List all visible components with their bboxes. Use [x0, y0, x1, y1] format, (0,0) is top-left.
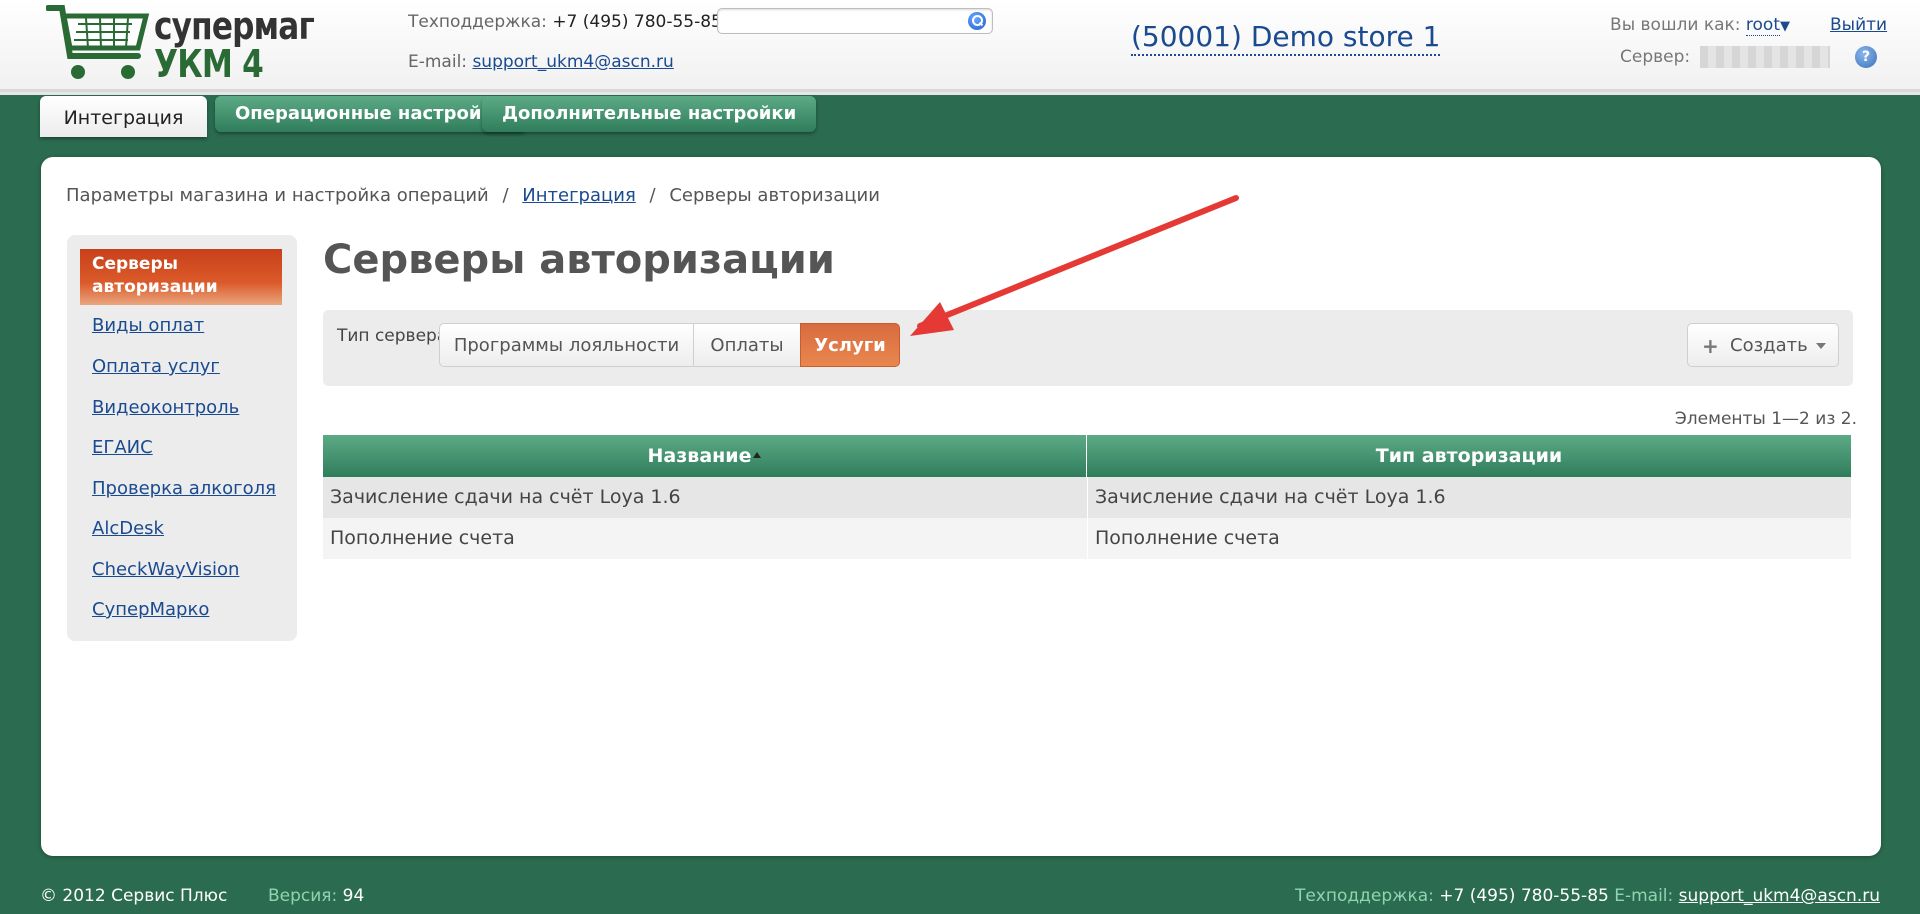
column-header-name-label: Название	[647, 445, 752, 467]
logout-link[interactable]: Выйти	[1830, 15, 1887, 35]
user-menu[interactable]: root	[1745, 15, 1780, 36]
breadcrumb-link-integration[interactable]: Интеграция	[522, 185, 635, 206]
footer-support: Техподдержка: +7 (495) 780-55-85 E-mail:…	[1295, 886, 1880, 906]
logo[interactable]: супермаг УКМ 4	[46, 2, 315, 86]
support-phone: +7 (495) 780-55-85	[552, 12, 722, 32]
login-info: Вы вошли как: root▼	[1610, 15, 1790, 36]
create-button-label: Создать	[1730, 335, 1808, 356]
search-icon[interactable]	[968, 12, 986, 30]
table-row[interactable]: Зачисление сдачи на счёт Loya 1.6 Зачисл…	[323, 477, 1851, 518]
version-info: Версия: 94	[268, 886, 364, 906]
table-cell-name: Зачисление сдачи на счёт Loya 1.6	[330, 486, 681, 508]
sidebar-item-egais[interactable]: ЕГАИС	[92, 437, 153, 458]
copyright: © 2012 Сервис Плюс	[40, 886, 228, 906]
footer: © 2012 Сервис Плюс Версия: 94 Техподдерж…	[0, 878, 1920, 914]
table-cell-auth-type: Зачисление сдачи на счёт Loya 1.6	[1087, 477, 1851, 518]
sort-asc-icon	[753, 451, 762, 458]
app-header: супермаг УКМ 4 Техподдержка: +7 (495) 78…	[0, 0, 1920, 95]
tab-integration[interactable]: Интеграция	[40, 96, 207, 137]
store-selector[interactable]: (50001) Demo store 1	[1131, 20, 1441, 56]
items-count: Элементы 1—2 из 2.	[1674, 409, 1857, 429]
caret-down-icon[interactable]: ▼	[1780, 19, 1790, 34]
server-value-blurred	[1699, 46, 1830, 68]
breadcrumb-separator: /	[502, 185, 509, 206]
footer-email-label: E-mail:	[1614, 886, 1674, 906]
sidebar-item-alcdesk[interactable]: AlcDesk	[92, 518, 164, 539]
table-cell-name: Пополнение счета	[330, 527, 515, 549]
sidebar-item-payment-types[interactable]: Виды оплат	[92, 315, 204, 336]
plus-icon: +	[1702, 334, 1719, 358]
dropdown-caret-icon	[1816, 343, 1826, 349]
version-value: 94	[342, 886, 365, 906]
sidebar-item-video-control[interactable]: Видеоконтроль	[92, 397, 239, 418]
table-cell-auth-type: Пополнение счета	[1087, 518, 1851, 559]
logo-text-ukm: УКМ 4	[154, 42, 264, 86]
breadcrumb-root: Параметры магазина и настройка операций	[66, 185, 489, 206]
footer-support-label: Техподдержка:	[1294, 886, 1434, 906]
email-label: E-mail:	[408, 52, 468, 72]
cart-logo-icon	[46, 5, 150, 79]
server-label: Сервер:	[1620, 47, 1691, 67]
search-input[interactable]	[717, 8, 993, 34]
sidebar-item-service-payment[interactable]: Оплата услуг	[92, 356, 220, 377]
segment-payments[interactable]: Оплаты	[693, 323, 801, 367]
page-title: Серверы авторизации	[323, 237, 835, 283]
email-link[interactable]: support_ukm4@ascn.ru	[472, 52, 673, 72]
support-info: Техподдержка: +7 (495) 780-55-85	[408, 12, 722, 32]
version-label: Версия:	[268, 886, 338, 906]
column-header-auth-type[interactable]: Тип авторизации	[1087, 435, 1851, 477]
help-icon[interactable]: ?	[1855, 46, 1877, 68]
sidebar-item-auth-servers[interactable]: Серверы авторизации	[80, 249, 282, 305]
email-info: E-mail: support_ukm4@ascn.ru	[408, 52, 674, 72]
breadcrumb-separator: /	[649, 185, 656, 206]
footer-support-phone: +7 (495) 780-55-85	[1439, 886, 1609, 906]
sidebar: Серверы авторизации Виды оплат Оплата ус…	[67, 235, 297, 641]
table-row[interactable]: Пополнение счета Пополнение счета	[323, 518, 1851, 559]
breadcrumb-current: Серверы авторизации	[669, 185, 880, 206]
sidebar-item-alcohol-check[interactable]: Проверка алкоголя	[92, 478, 276, 499]
tab-operational-settings[interactable]: Операционные настройки	[215, 96, 527, 132]
create-button[interactable]: + Создать	[1687, 323, 1839, 367]
sidebar-item-checkwayvision[interactable]: CheckWayVision	[92, 559, 239, 580]
footer-email-link[interactable]: support_ukm4@ascn.ru	[1679, 886, 1880, 906]
tab-additional-settings[interactable]: Дополнительные настройки	[482, 96, 817, 132]
login-label: Вы вошли как:	[1610, 15, 1741, 35]
breadcrumb: Параметры магазина и настройка операций …	[66, 185, 880, 206]
support-label: Техподдержка:	[408, 12, 547, 32]
server-type-label: Тип сервера:	[337, 326, 453, 346]
segment-loyalty-programs[interactable]: Программы лояльности	[439, 323, 694, 367]
server-info: Сервер:	[1620, 46, 1830, 68]
annotation-arrow-icon	[910, 195, 1239, 336]
sidebar-item-supermarko[interactable]: СуперМарко	[92, 599, 209, 620]
column-header-name[interactable]: Название	[323, 435, 1086, 477]
